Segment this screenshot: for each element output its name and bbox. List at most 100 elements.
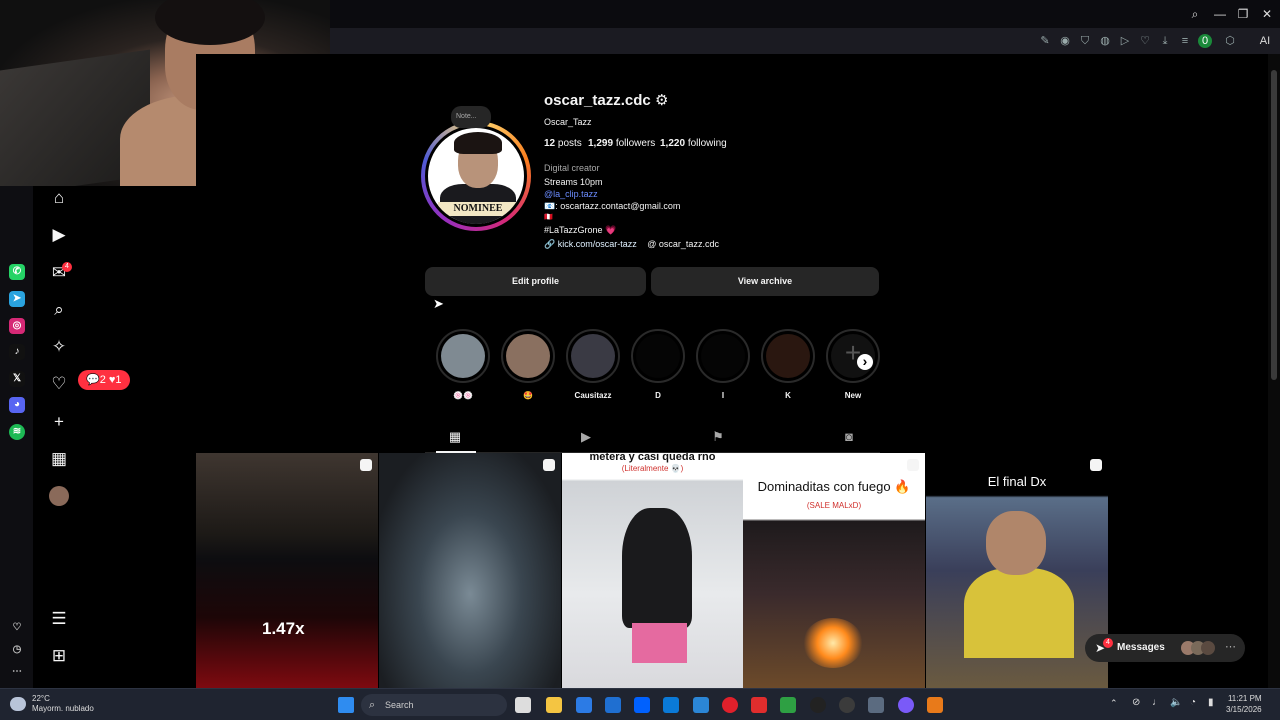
post-tile[interactable]: Dominaditas con fuego 🔥 (SALE MALxD)	[743, 453, 925, 688]
create-icon[interactable]: +	[49, 412, 69, 432]
reels-tab[interactable]: ▶	[578, 429, 594, 445]
highlight-circle[interactable]	[696, 329, 750, 383]
globe-icon[interactable]: ◍	[1098, 34, 1112, 48]
dashboard-icon[interactable]: ▦	[49, 449, 69, 469]
folder-icon[interactable]	[546, 697, 562, 713]
opera-icon[interactable]	[722, 697, 738, 713]
favorites-icon[interactable]: ♡	[9, 620, 25, 636]
media-icon[interactable]	[810, 697, 826, 713]
highlight-label: I	[721, 391, 725, 400]
dropbox-icon[interactable]	[634, 697, 650, 713]
edit-icon[interactable]: ✎	[1038, 34, 1052, 48]
notifications-badge: 4	[62, 262, 72, 272]
notifications-icon[interactable]: ♡	[49, 374, 69, 394]
camera-icon[interactable]: ◉	[1058, 34, 1072, 48]
cube-icon[interactable]: ⬡	[1223, 34, 1237, 48]
profile-avatar[interactable]: NOMINEE	[425, 125, 527, 227]
following-stat[interactable]: 1,220 following	[660, 138, 727, 149]
search-nav-icon[interactable]: ⌕	[49, 300, 69, 320]
discord-icon[interactable]: ◕	[9, 397, 25, 413]
taskbar-search[interactable]: ⌕ Search	[361, 694, 507, 716]
bio-line: Streams 10pm	[544, 177, 603, 187]
note-bubble[interactable]: Note...	[451, 106, 491, 128]
ai-button[interactable]: AI	[1255, 34, 1275, 48]
app-icon[interactable]	[576, 697, 592, 713]
threads-link[interactable]: oscar_tazz.cdc	[659, 239, 719, 249]
post-tile[interactable]: 1.47x	[196, 453, 378, 688]
extension-count[interactable]: 0	[1198, 34, 1212, 48]
posts-count: 12	[544, 138, 556, 149]
volume-icon[interactable]: 🔈	[1170, 697, 1182, 708]
weather-widget[interactable]: 22°C Mayorm. nublado	[32, 694, 94, 714]
shield-icon[interactable]: ⛉	[1078, 34, 1092, 48]
search-icon[interactable]: ⌕	[1187, 6, 1203, 22]
mic-icon[interactable]: ♩	[1152, 697, 1162, 708]
windows-start-icon[interactable]	[338, 697, 354, 713]
heart-icon[interactable]: ♡	[1138, 34, 1152, 48]
tiktok-icon[interactable]: ♪	[9, 344, 25, 360]
network-icon[interactable]: ◔	[1190, 697, 1196, 708]
apps-icon[interactable]: ⊞	[49, 646, 69, 666]
kick-link[interactable]: kick.com/oscar-tazz	[558, 239, 637, 249]
restore-icon[interactable]: ❐	[1235, 6, 1251, 22]
telegram-icon[interactable]: ➤	[9, 291, 25, 307]
scrollbar-thumb[interactable]	[1271, 70, 1277, 380]
bio-email: 📧: oscartazz.contact@gmail.com	[544, 201, 681, 211]
settings-app-icon[interactable]	[868, 697, 884, 713]
x-icon[interactable]: 𝕏	[9, 371, 25, 387]
followers-label: followers	[615, 138, 656, 149]
obs-icon[interactable]	[839, 697, 855, 713]
home-icon[interactable]: ⌂	[49, 188, 69, 208]
highlights-next-button[interactable]: ›	[857, 354, 873, 370]
editor-icon[interactable]	[663, 697, 679, 713]
post-tile[interactable]	[379, 453, 561, 688]
post-tile[interactable]: El final Dx	[926, 453, 1108, 688]
edit-profile-button[interactable]: Edit profile	[425, 267, 646, 296]
tray-icon[interactable]: ⊘	[1132, 697, 1140, 708]
view-archive-button[interactable]: View archive	[651, 267, 879, 296]
highlight-circle[interactable]	[631, 329, 685, 383]
highlight-circle[interactable]: +	[826, 329, 880, 383]
highlight-circle[interactable]	[761, 329, 815, 383]
app-icon[interactable]	[927, 697, 943, 713]
store-icon[interactable]	[605, 697, 621, 713]
saved-tab[interactable]: ⚑	[710, 429, 726, 445]
menu-icon[interactable]: ≡	[1178, 34, 1192, 48]
taskbar-clock[interactable]: 11:21 PM 3/15/2026	[1226, 693, 1262, 715]
spotify-icon[interactable]: ≋	[9, 424, 25, 440]
activity-pill[interactable]: 💬2 ♥1	[78, 370, 130, 390]
battery-icon[interactable]: ▮	[1208, 697, 1214, 708]
more-icon[interactable]: ⋯	[9, 664, 25, 680]
more-menu-icon[interactable]: ☰	[49, 609, 69, 629]
profile-avatar-icon[interactable]	[49, 486, 69, 506]
edge-icon[interactable]	[693, 697, 709, 713]
tagged-tab[interactable]: ◙	[841, 429, 857, 445]
instagram-icon[interactable]: ◎	[9, 318, 25, 334]
scrollbar[interactable]	[1268, 54, 1280, 688]
settings-icon[interactable]: ⚙	[655, 93, 671, 109]
terminal-icon[interactable]	[780, 697, 796, 713]
file-icon[interactable]	[515, 697, 531, 713]
reels-icon[interactable]: ▶	[49, 225, 69, 245]
post-tile[interactable]: metera y casi queda rno (Literalmente 💀)	[562, 453, 743, 688]
whatsapp-icon[interactable]: ✆	[9, 264, 25, 280]
highlight-circle[interactable]	[436, 329, 490, 383]
messages-pill[interactable]: ➤ 4 Messages ⋯	[1085, 634, 1245, 662]
mention-link[interactable]: @la_clip.tazz	[544, 189, 598, 199]
red-app-icon[interactable]	[751, 697, 767, 713]
posts-grid-tab[interactable]: ▦	[447, 429, 463, 445]
minimize-icon[interactable]: —	[1212, 6, 1228, 22]
discord-app-icon[interactable]	[898, 697, 914, 713]
carousel-badge-icon	[543, 459, 555, 471]
close-icon[interactable]: ✕	[1259, 6, 1275, 22]
followers-stat[interactable]: 1,299 followers	[588, 138, 655, 149]
download-icon[interactable]: ⤓	[1158, 34, 1172, 48]
bio-mention[interactable]: @la_clip.tazz	[544, 189, 598, 199]
tray-chevron-icon[interactable]: ⌃	[1110, 698, 1118, 709]
highlight-circle[interactable]	[566, 329, 620, 383]
highlight-circle[interactable]	[501, 329, 555, 383]
play-icon[interactable]: ▷	[1118, 34, 1132, 48]
reel-badge-icon	[360, 459, 372, 471]
history-icon[interactable]: ◷	[9, 642, 25, 658]
explore-icon[interactable]: ✧	[49, 337, 69, 357]
